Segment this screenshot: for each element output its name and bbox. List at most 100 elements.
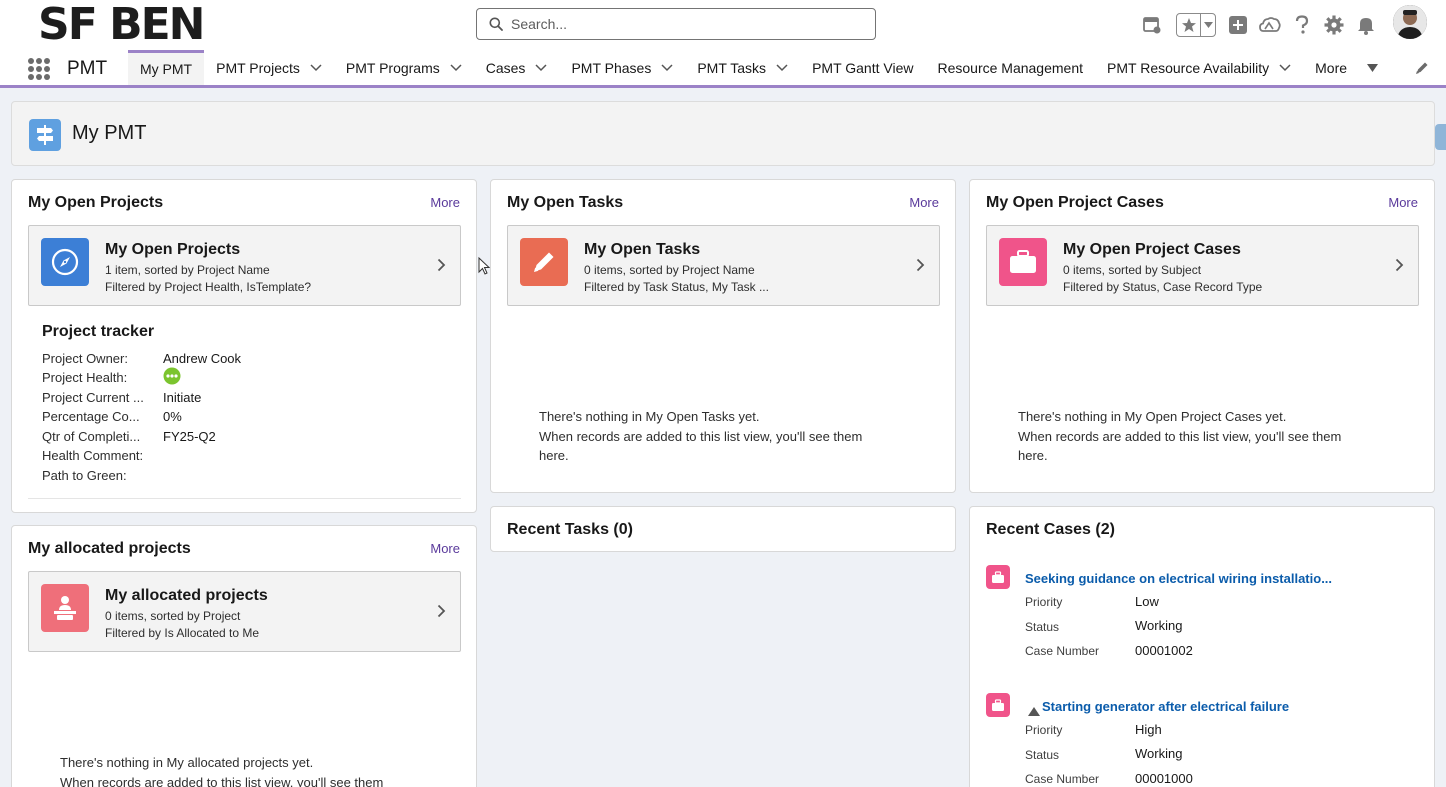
app-navigation-bar: PMT My PMT PMT Projects PMT Programs Cas… [0, 50, 1446, 88]
card-my-open-projects: My Open Projects More My Open Projects 1… [11, 179, 477, 513]
field-label: Priority [1025, 595, 1063, 609]
empty-state-line: When records are added to this list view… [60, 774, 384, 787]
compass-icon [41, 238, 89, 286]
chevron-down-icon[interactable] [1201, 14, 1215, 36]
chevron-down-icon[interactable] [1279, 63, 1291, 72]
app-name: PMT [67, 58, 108, 79]
tab-pmt-projects[interactable]: PMT Projects [204, 50, 334, 85]
chevron-down-icon[interactable] [450, 63, 462, 72]
tab-pmt-phases[interactable]: PMT Phases [559, 50, 685, 85]
page-header: My PMT [11, 101, 1435, 166]
chevron-right-icon[interactable] [916, 258, 925, 277]
setup-assistant-icon[interactable] [1140, 13, 1164, 37]
briefcase-icon [986, 693, 1010, 717]
app-launcher-icon[interactable] [28, 58, 50, 80]
empty-state-line: There's nothing in My Open Tasks yet. [539, 409, 760, 424]
tab-pmt-resource-availability[interactable]: PMT Resource Availability [1095, 50, 1303, 85]
mouse-cursor-icon [478, 256, 491, 280]
list-view-title: My Open Tasks [584, 241, 701, 258]
side-panel-toggle[interactable] [1435, 124, 1446, 150]
favorites-group[interactable] [1176, 13, 1216, 37]
chevron-down-icon[interactable] [310, 63, 322, 72]
header-utility-icons [1140, 8, 1386, 42]
card-title: Recent Cases (2) [986, 521, 1115, 538]
list-view-filter-info: Filtered by Project Health, IsTemplate? [105, 280, 312, 294]
empty-state-line: here. [539, 448, 569, 463]
more-link[interactable]: More [430, 195, 460, 210]
global-create-icon[interactable] [1226, 13, 1250, 37]
card-recent-cases: Recent Cases (2) Seeking guidance on ele… [969, 506, 1435, 787]
tracker-label: Qtr of Completi... [42, 429, 141, 444]
pencil-icon [520, 238, 568, 286]
more-link[interactable]: More [909, 195, 939, 210]
status-value: Working [1135, 746, 1183, 761]
chevron-right-icon[interactable] [437, 258, 446, 277]
project-current-value: Initiate [163, 390, 202, 405]
empty-state-line: There's nothing in My Open Project Cases… [1018, 409, 1287, 424]
bell-icon[interactable] [1354, 13, 1378, 37]
card-title: Recent Tasks (0) [507, 521, 633, 538]
help-icon[interactable] [1290, 13, 1314, 37]
list-view-tile-open-projects[interactable]: My Open Projects 1 item, sorted by Proje… [28, 225, 461, 306]
star-icon[interactable] [1177, 14, 1201, 36]
chevron-right-icon[interactable] [437, 604, 446, 623]
tab-label: Cases [485, 59, 526, 76]
more-link[interactable]: More [1388, 195, 1418, 210]
gear-icon[interactable] [1322, 13, 1346, 37]
field-label: Case Number [1025, 772, 1100, 786]
tab-label: My PMT [140, 61, 193, 77]
list-view-sort-info: 0 items, sorted by Project Name [584, 263, 755, 277]
escalated-triangle-icon [1028, 703, 1040, 721]
case-subject-link[interactable]: Starting generator after electrical fail… [1042, 699, 1289, 714]
tab-pmt-programs[interactable]: PMT Programs [334, 50, 474, 85]
chevron-right-icon[interactable] [1395, 258, 1404, 277]
tracker-label: Health Comment: [42, 448, 144, 463]
caret-down-icon[interactable] [1367, 63, 1379, 72]
list-view-tile-open-cases[interactable]: My Open Project Cases 0 items, sorted by… [986, 225, 1419, 306]
percentage-complete-value: 0% [163, 409, 182, 424]
tab-my-pmt[interactable]: My PMT [128, 50, 205, 85]
field-label: Case Number [1025, 644, 1100, 658]
tab-label: More [1315, 59, 1348, 76]
tracker-label: Path to Green: [42, 468, 127, 483]
card-my-open-project-cases: My Open Project Cases More My Open Proje… [969, 179, 1435, 493]
search-input[interactable] [511, 16, 851, 32]
edit-nav-pencil-icon[interactable] [1415, 61, 1429, 80]
avatar[interactable] [1393, 5, 1427, 39]
case-subject-link[interactable]: Seeking guidance on electrical wiring in… [1025, 571, 1332, 586]
logo[interactable]: SF BEN [38, 2, 205, 48]
tab-label: PMT Gantt View [812, 59, 914, 76]
trailhead-icon[interactable] [1258, 13, 1282, 37]
list-view-sort-info: 0 items, sorted by Project [105, 609, 241, 623]
tab-pmt-tasks[interactable]: PMT Tasks [685, 50, 800, 85]
list-view-tile-open-tasks[interactable]: My Open Tasks 0 items, sorted by Project… [507, 225, 940, 306]
card-title: My Open Projects [28, 194, 164, 211]
project-owner-value[interactable]: Andrew Cook [163, 351, 241, 366]
field-label: Status [1025, 620, 1060, 634]
tab-resource-management[interactable]: Resource Management [925, 50, 1095, 85]
chevron-down-icon[interactable] [776, 63, 788, 72]
global-header: SF BEN [0, 0, 1446, 50]
status-value: Working [1135, 618, 1183, 633]
tab-cases[interactable]: Cases [474, 50, 560, 85]
empty-state-line: When records are added to this list view… [1018, 428, 1342, 444]
list-view-title: My allocated projects [105, 587, 268, 604]
card-my-allocated-projects: My allocated projects More My allocated … [11, 525, 477, 787]
nav-tabs: My PMT PMT Projects PMT Programs Cases P… [128, 50, 1390, 85]
page-title: My PMT [72, 122, 147, 144]
field-label: Status [1025, 748, 1060, 762]
tracker-label: Project Health: [42, 370, 128, 385]
chevron-down-icon[interactable] [535, 63, 547, 72]
list-view-sort-info: 0 items, sorted by Subject [1063, 263, 1202, 277]
empty-state-message: There's nothing in My Open Project Cases… [1018, 407, 1418, 466]
tab-pmt-gantt-view[interactable]: PMT Gantt View [800, 50, 925, 85]
tab-more[interactable]: More [1303, 50, 1390, 85]
card-recent-tasks: Recent Tasks (0) [490, 506, 956, 552]
empty-state-line: here. [1018, 448, 1048, 463]
more-link[interactable]: More [430, 541, 460, 556]
global-search[interactable] [476, 8, 876, 40]
health-status-green-icon [163, 367, 181, 388]
chevron-down-icon[interactable] [661, 63, 673, 72]
tab-label: PMT Resource Availability [1107, 59, 1270, 76]
list-view-tile-allocated-projects[interactable]: My allocated projects 0 items, sorted by… [28, 571, 461, 652]
